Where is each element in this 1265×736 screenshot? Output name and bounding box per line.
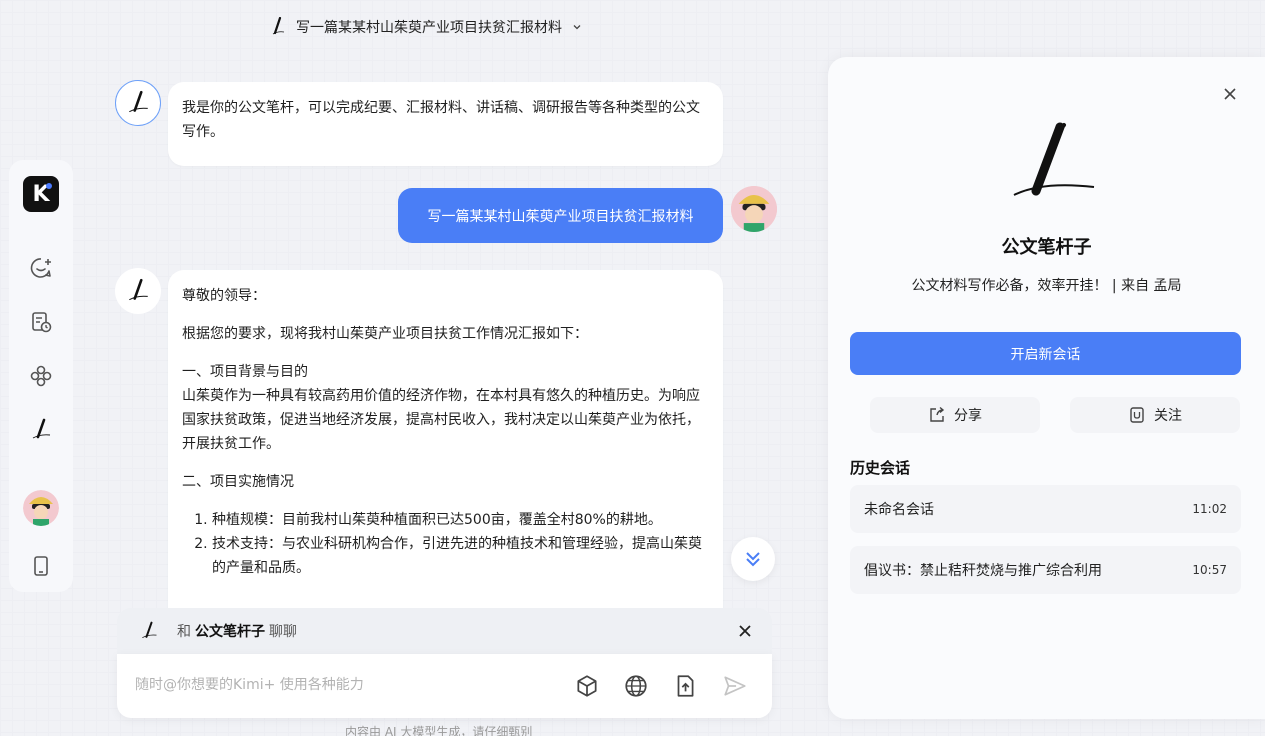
list-item: 种植规模：目前我村山茱萸种植面积已达500亩，覆盖全村80%的耕地。: [212, 508, 709, 532]
new-chat-button[interactable]: 开启新会话: [850, 332, 1241, 375]
close-icon[interactable]: [1223, 87, 1237, 101]
section2-title: 二、项目实施情况: [182, 474, 294, 490]
send-icon[interactable]: [722, 673, 748, 699]
globe-icon[interactable]: [623, 673, 649, 699]
cube-icon[interactable]: [574, 673, 600, 699]
conversation-title: 写一篇某某村山茱萸产业项目扶贫汇报材料: [296, 20, 562, 36]
history-item-time: 10:57: [1192, 563, 1227, 577]
upload-file-icon[interactable]: [672, 673, 698, 699]
share-icon: [930, 406, 945, 422]
conversation-title-bar[interactable]: 写一篇某某村山茱萸产业项目扶贫汇报材料: [270, 14, 582, 40]
history-item[interactable]: 倡议书：禁止秸秆焚烧与推广综合利用 10:57: [850, 546, 1241, 594]
new-chat-label: 开启新会话: [1010, 346, 1081, 363]
bot-info-panel: 公文笔杆子 公文材料写作必备，效率开挂！ | 来自 孟局 开启新会话 分享 关注…: [828, 57, 1265, 719]
user-avatar: [731, 186, 777, 232]
bot-name: 公文笔杆子: [1001, 237, 1092, 258]
section1-title: 一、项目背景与目的: [182, 364, 308, 380]
scroll-to-bottom-button[interactable]: [731, 537, 775, 581]
history-item-title: 未命名会话: [864, 502, 934, 518]
pen-bot-icon: [272, 17, 285, 35]
bot-intro-text: 我是你的公文笔杆，可以完成纪要、汇报材料、讲话稿、调研报告等各种类型的公文写作。: [182, 100, 700, 140]
chat-with-suffix: 聊聊: [269, 624, 297, 640]
bot-avatar: [115, 268, 161, 314]
avatar[interactable]: [23, 490, 59, 526]
follow-button[interactable]: 关注: [1070, 397, 1240, 433]
response-greeting: 尊敬的领导：: [182, 288, 266, 304]
share-label: 分享: [954, 408, 982, 424]
chat-with-name: 公文笔杆子: [195, 624, 265, 640]
explore-icon[interactable]: [29, 364, 53, 388]
left-sidebar: K: [9, 160, 73, 592]
kimi-logo[interactable]: K: [23, 176, 59, 212]
double-chevron-down-icon: [746, 552, 760, 567]
user-message-text: 写一篇某某村山茱萸产业项目扶贫汇报材料: [427, 208, 694, 225]
bot-response-message: 尊敬的领导： 根据您的要求，现将我村山茱萸产业项目扶贫工作情况汇报如下： 一、项…: [168, 270, 723, 615]
follow-label: 关注: [1154, 408, 1182, 424]
pen-bot-icon: [129, 90, 148, 113]
pen-bot-icon: [142, 621, 157, 638]
pen-bot-icon[interactable]: [29, 418, 53, 442]
user-message: 写一篇某某村山茱萸产业项目扶贫汇报材料: [398, 188, 723, 243]
logo-dot: [46, 183, 52, 189]
pen-bot-icon: [1013, 122, 1095, 196]
history-item-title: 倡议书：禁止秸秆焚烧与推广综合利用: [864, 563, 1102, 579]
list-item: 技术支持：与农业科研机构合作，引进先进的种植技术和管理经验，提高山茱萸的产量和品…: [212, 532, 709, 580]
message-input-box[interactable]: 随时@你想要的Kimi+ 使用各种能力: [117, 654, 772, 718]
message-input[interactable]: 随时@你想要的Kimi+ 使用各种能力: [135, 674, 364, 694]
follow-icon: [1130, 407, 1144, 423]
history-icon[interactable]: [29, 310, 53, 334]
bot-intro-message: 我是你的公文笔杆，可以完成纪要、汇报材料、讲话稿、调研报告等各种类型的公文写作。: [168, 82, 723, 166]
close-icon[interactable]: [738, 624, 752, 638]
chat-with-prefix: 和: [177, 624, 191, 640]
ai-disclaimer: 内容由 AI 大模型生成，请仔细甄别: [345, 725, 533, 736]
pen-bot-icon: [129, 278, 148, 301]
bot-description: 公文材料写作必备，效率开挂！ | 来自 孟局: [911, 278, 1182, 294]
history-item[interactable]: 未命名会话 11:02: [850, 485, 1241, 533]
section1-body: 山茱萸作为一种具有较高药用价值的经济作物，在本村具有悠久的种植历史。为响应国家扶…: [182, 388, 700, 452]
bot-avatar: [115, 80, 161, 126]
share-button[interactable]: 分享: [870, 397, 1040, 433]
chat-with-bar: 和 公文笔杆子 聊聊: [117, 608, 772, 654]
new-chat-icon[interactable]: [29, 256, 53, 280]
phone-icon[interactable]: [29, 554, 53, 578]
history-title: 历史会话: [850, 459, 911, 477]
chevron-down-icon[interactable]: [572, 22, 582, 32]
history-item-time: 11:02: [1192, 502, 1227, 516]
response-lead: 根据您的要求，现将我村山茱萸产业项目扶贫工作情况汇报如下：: [182, 326, 588, 342]
implementation-list: 种植规模：目前我村山茱萸种植面积已达500亩，覆盖全村80%的耕地。 技术支持：…: [182, 508, 709, 580]
